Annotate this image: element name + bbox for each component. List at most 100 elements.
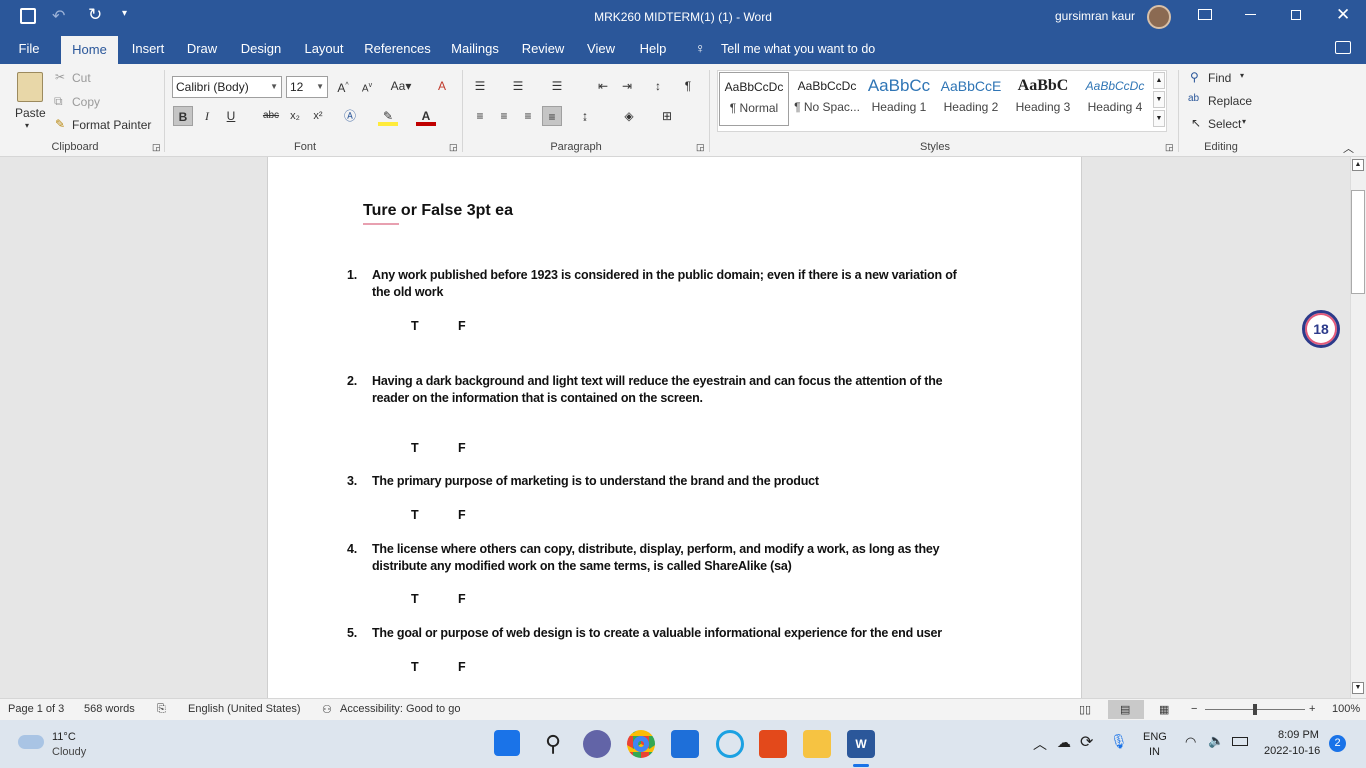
word-icon[interactable]: W [847,730,875,758]
tab-review[interactable]: Review [515,34,571,64]
tell-me-search[interactable]: Tell me what you want to do [721,42,875,56]
align-left-icon[interactable]: ≡ [470,106,490,126]
find-button[interactable]: Find [1208,71,1231,85]
multilevel-list-icon[interactable]: ☰ [547,76,567,96]
font-color-icon[interactable]: A [416,106,436,126]
zoom-in-icon[interactable]: + [1309,703,1315,715]
tab-design[interactable]: Design [234,34,288,64]
subscript-button[interactable]: x₂ [285,106,305,126]
paste-dropdown-icon[interactable]: ▾ [25,121,29,130]
language[interactable]: English (United States) [188,703,301,715]
styles-scroll-up-icon[interactable]: ▲ [1153,72,1165,89]
weather-temp[interactable]: 11°C [52,731,76,743]
tab-insert[interactable]: Insert [124,34,172,64]
battery-icon[interactable] [1232,737,1248,746]
cut-button[interactable]: Cut [72,71,91,85]
styles-launcher-icon[interactable]: ◲ [1165,142,1174,153]
language-bottom[interactable]: IN [1149,746,1160,758]
paragraph-launcher-icon[interactable]: ◲ [696,142,705,153]
comments-icon[interactable] [1335,41,1351,54]
replace-button[interactable]: Replace [1208,94,1252,108]
borders-icon[interactable]: ⊞ [657,106,677,126]
tab-home[interactable]: Home [61,36,118,64]
styles-scroll-down-icon[interactable]: ▼ [1153,91,1165,108]
close-icon[interactable]: ✕ [1336,5,1350,25]
strikethrough-button[interactable]: abc [259,106,283,126]
file-explorer-icon[interactable] [803,730,831,758]
tab-mailings[interactable]: Mailings [445,34,505,64]
italic-button[interactable]: I [197,106,217,126]
cortana-icon[interactable] [716,730,744,758]
mail-icon[interactable] [671,730,699,758]
select-button[interactable]: Select [1208,117,1241,131]
justify-icon[interactable]: ≡ [542,106,562,126]
text-effects-icon[interactable]: Ⓐ [340,106,360,126]
volume-icon[interactable]: 🔈 [1208,733,1224,749]
word-count[interactable]: 568 words [84,703,135,715]
weather-desc[interactable]: Cloudy [52,746,86,758]
microphone-icon[interactable]: 🎙 [1110,733,1128,750]
floating-count-badge[interactable]: 18 [1302,310,1340,348]
style-no-spacing[interactable]: AaBbCcDc ¶ No Spac... [792,72,862,126]
wifi-icon[interactable]: ◠ [1185,734,1196,750]
zoom-level[interactable]: 100% [1332,703,1360,715]
tab-view[interactable]: View [580,34,622,64]
zoom-slider-thumb[interactable] [1253,704,1257,715]
increase-indent-icon[interactable]: ⇥ [617,76,637,96]
chevron-down-icon[interactable]: ▾ [1240,71,1244,80]
grow-font-icon[interactable]: A^ [333,76,353,96]
scroll-down-icon[interactable]: ▼ [1352,682,1364,694]
avatar[interactable] [1147,5,1171,29]
page-count[interactable]: Page 1 of 3 [8,703,64,715]
align-center-icon[interactable]: ≡ [494,106,514,126]
font-name-combo[interactable]: Calibri (Body) ▼ [172,76,282,98]
change-case-icon[interactable]: Aa▾ [386,76,416,96]
search-icon[interactable]: ⚲ [539,730,567,758]
style-heading-3[interactable]: AaBbC Heading 3 [1008,72,1078,126]
paste-button[interactable]: Paste [15,106,46,120]
onedrive-icon[interactable]: ☁ [1057,734,1071,751]
align-right-icon[interactable]: ≡ [518,106,538,126]
clear-formatting-icon[interactable]: A [432,76,452,96]
chrome-icon[interactable] [627,730,655,758]
tab-help[interactable]: Help [632,34,674,64]
sort-icon[interactable]: ↕ [648,76,668,96]
shrink-font-icon[interactable]: Av [357,76,377,96]
style-heading-4[interactable]: AaBbCcDc Heading 4 [1080,72,1150,126]
paste-icon[interactable] [17,72,43,102]
line-spacing-icon[interactable]: ↨ [575,106,595,126]
zoom-out-icon[interactable]: − [1191,703,1197,715]
windows-start-icon[interactable] [494,730,520,756]
decrease-indent-icon[interactable]: ⇤ [593,76,613,96]
style-normal[interactable]: AaBbCcDc ¶ Normal [719,72,789,126]
clock-date[interactable]: 2022-10-16 [1264,745,1320,757]
tab-draw[interactable]: Draw [180,34,224,64]
ribbon-display-icon[interactable] [1198,9,1212,20]
tab-references[interactable]: References [360,34,435,64]
show-formatting-icon[interactable]: ¶ [678,76,698,96]
user-name[interactable]: gursimran kaur [1055,9,1135,23]
clipboard-launcher-icon[interactable]: ◲ [152,142,161,153]
chevron-up-icon[interactable]: ︿ [1033,734,1047,754]
highlight-icon[interactable]: ✎ [378,106,398,126]
underline-button[interactable]: U [221,106,241,126]
read-mode-icon[interactable]: ▯▯ [1079,703,1091,716]
font-launcher-icon[interactable]: ◲ [449,142,458,153]
tab-file[interactable]: File [6,34,52,64]
document-page[interactable]: Ture or False 3pt ea 1. Any work publishe… [267,157,1082,698]
web-layout-icon[interactable]: ▦ [1159,703,1169,716]
style-heading-1[interactable]: AaBbCc Heading 1 [864,72,934,126]
teams-chat-icon[interactable] [583,730,611,758]
superscript-button[interactable]: x² [308,106,328,126]
proofing-icon[interactable]: ⎘ [157,703,166,716]
format-painter-button[interactable]: Format Painter [72,118,151,132]
numbering-icon[interactable]: ☰ [508,76,528,96]
scroll-up-icon[interactable]: ▲ [1352,159,1364,171]
accessibility-status[interactable]: Accessibility: Good to go [340,703,460,715]
restore-icon[interactable] [1291,10,1301,20]
shading-icon[interactable]: ◈ [619,106,639,126]
clock-time[interactable]: 8:09 PM [1278,729,1319,741]
sync-icon[interactable]: ⟳ [1080,732,1093,752]
office-icon[interactable] [759,730,787,758]
language-top[interactable]: ENG [1143,731,1167,743]
